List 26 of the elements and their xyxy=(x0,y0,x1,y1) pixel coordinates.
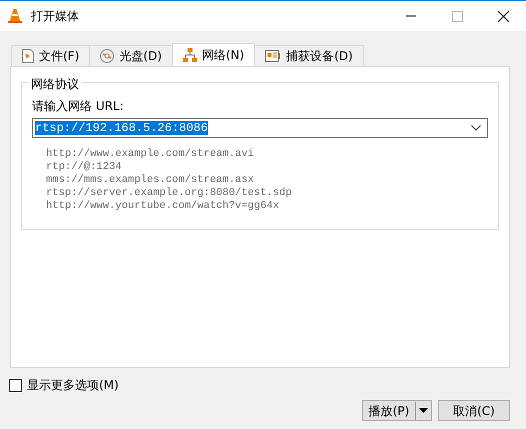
example-url: http://www.example.com/stream.avi xyxy=(46,148,255,161)
example-url: rtsp://server.example.org:8080/test.sdp xyxy=(46,187,293,200)
dropdown-arrow-icon xyxy=(419,408,428,413)
disc-icon xyxy=(100,49,114,63)
play-button[interactable]: 播放(P) xyxy=(362,400,432,421)
tab[interactable]: 捕获设备(D) xyxy=(254,45,364,66)
url-value: rtsp://192.168.5.26:8086 xyxy=(35,121,208,135)
checkbox[interactable] xyxy=(9,378,22,392)
window-title: 打开媒体 xyxy=(31,8,79,25)
example-url: rtp://@:1234 xyxy=(46,161,123,174)
tab[interactable]: 光盘(D) xyxy=(89,45,173,66)
capture-card-icon xyxy=(265,50,282,62)
url-combobox[interactable]: rtsp://192.168.5.26:8086 xyxy=(32,118,488,138)
url-label: 请输入网络 URL: xyxy=(32,98,125,115)
close-icon[interactable] xyxy=(498,10,508,22)
tab[interactable]: 网络(N) xyxy=(172,43,256,66)
file-icon xyxy=(22,49,34,63)
chevron-icon xyxy=(471,125,481,131)
tab[interactable]: 文件(F) xyxy=(11,45,90,66)
cancel-button[interactable]: 取消(C) xyxy=(438,400,510,421)
example-url: http://www.yourtube.com/watch?v=gg64x xyxy=(46,200,280,213)
cone-icon xyxy=(7,8,23,24)
example-url: mms://mms.examples.com/stream.asx xyxy=(46,174,255,187)
checkbox-label: 显示更多选项(M) xyxy=(27,377,119,394)
network-icon xyxy=(182,48,197,62)
group-title: 网络协议 xyxy=(28,77,82,91)
